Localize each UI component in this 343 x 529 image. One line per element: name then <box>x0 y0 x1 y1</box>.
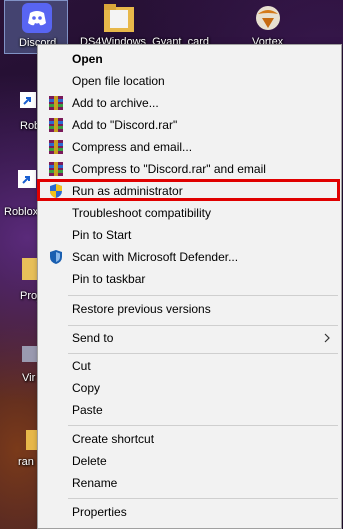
menu-item-label: Rename <box>72 476 118 490</box>
desktop-icon-label: Roblox <box>4 206 39 218</box>
menu-item-paste[interactable]: Paste <box>38 399 341 421</box>
winrar-icon <box>49 162 63 176</box>
winrar-icon <box>49 96 63 110</box>
winrar-icon <box>49 118 63 132</box>
menu-item-restore-previous-versions[interactable]: Restore previous versions <box>38 298 341 320</box>
menu-item-add-to-discord-rar[interactable]: Add to "Discord.rar" <box>38 114 341 136</box>
defender-icon <box>50 250 62 264</box>
menu-item-label: Create shortcut <box>72 432 155 446</box>
app-icon <box>22 346 38 362</box>
menu-item-add-to-archive[interactable]: Add to archive... <box>38 92 341 114</box>
menu-separator <box>68 425 338 426</box>
menu-item-properties[interactable]: Properties <box>38 501 341 523</box>
menu-item-create-shortcut[interactable]: Create shortcut <box>38 428 341 450</box>
chevron-right-icon <box>324 333 330 343</box>
menu-item-delete[interactable]: Delete <box>38 450 341 472</box>
ran-desktop-icon[interactable]: ran <box>16 430 38 474</box>
folder-icon <box>104 4 134 32</box>
menu-item-label: Delete <box>72 454 107 468</box>
virtual-content-desktop-icon[interactable]: Vir Conte <box>12 346 68 406</box>
winrar-icon <box>49 140 63 154</box>
roblox-icon <box>18 170 36 188</box>
menu-item-compress-to-discord-rar-and-email[interactable]: Compress to "Discord.rar" and email <box>38 158 341 180</box>
menu-item-pin-to-start[interactable]: Pin to Start <box>38 224 341 246</box>
context-menu: Open Open file location Add to archive..… <box>37 44 342 529</box>
menu-item-cut[interactable]: Cut <box>38 355 341 377</box>
menu-item-open[interactable]: Open <box>38 48 341 70</box>
menu-item-label: Add to "Discord.rar" <box>72 118 178 132</box>
folder-icon <box>22 258 38 280</box>
menu-item-label: Compress and email... <box>72 140 193 154</box>
menu-item-send-to[interactable]: Send to <box>38 327 341 349</box>
menu-item-label: Compress to "Discord.rar" and email <box>72 162 266 176</box>
menu-item-scan-with-defender[interactable]: Scan with Microsoft Defender... <box>38 246 341 268</box>
menu-item-rename[interactable]: Rename <box>38 472 341 494</box>
desktop-icon-label: ran <box>18 456 34 468</box>
menu-item-label: Restore previous versions <box>72 302 211 316</box>
menu-item-label: Pin to Start <box>72 228 132 242</box>
menu-item-label: Troubleshoot compatibility <box>72 206 211 220</box>
discord-icon <box>22 3 52 33</box>
menu-item-pin-to-taskbar[interactable]: Pin to taskbar <box>38 268 341 290</box>
menu-item-label: Open file location <box>72 74 165 88</box>
shortcut-arrow-icon <box>20 92 36 108</box>
menu-item-compress-and-email[interactable]: Compress and email... <box>38 136 341 158</box>
menu-item-copy[interactable]: Copy <box>38 377 341 399</box>
menu-item-label: Send to <box>72 331 114 345</box>
roblox-desktop-icon[interactable]: Roblox <box>2 170 38 220</box>
menu-item-label: Properties <box>72 505 127 519</box>
menu-item-troubleshoot-compatibility[interactable]: Troubleshoot compatibility <box>38 202 341 224</box>
menu-item-label: Copy <box>72 381 101 395</box>
menu-item-label: Add to archive... <box>72 96 159 110</box>
run-as-administrator-highlight-box <box>37 179 340 201</box>
menu-separator <box>68 325 338 326</box>
vortex-icon <box>256 6 280 30</box>
menu-separator <box>68 353 338 354</box>
menu-item-label: Pin to taskbar <box>72 272 146 286</box>
menu-separator <box>68 498 338 499</box>
menu-item-label: Paste <box>72 403 103 417</box>
menu-item-label: Cut <box>72 359 91 373</box>
menu-separator <box>68 295 338 296</box>
menu-item-open-file-location[interactable]: Open file location <box>38 70 341 92</box>
menu-item-label: Scan with Microsoft Defender... <box>72 250 239 264</box>
menu-item-label: Open <box>72 52 103 66</box>
